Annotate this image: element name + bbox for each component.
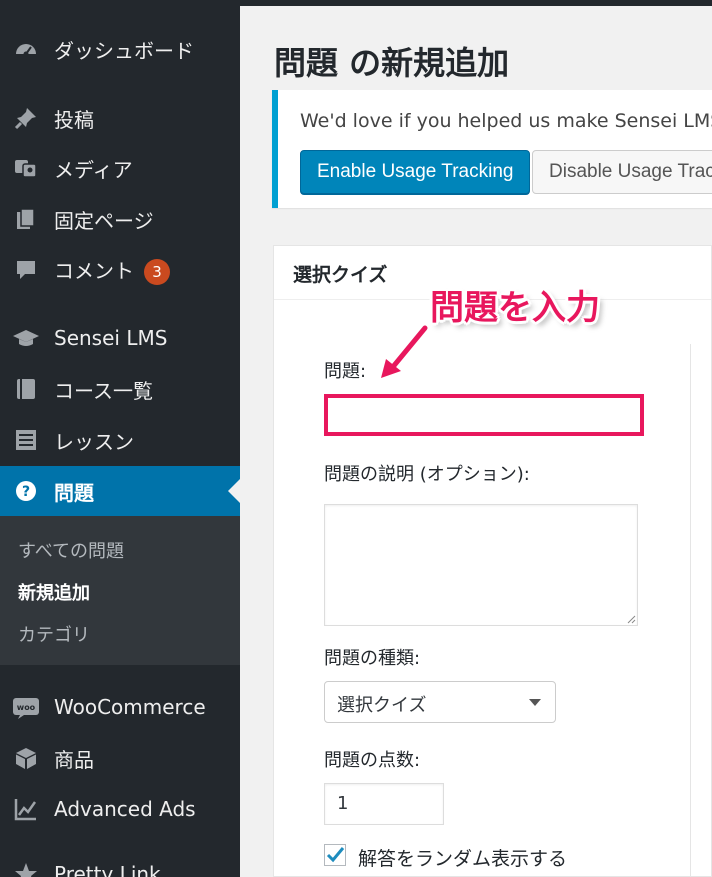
- annotation-arrow-icon: [378, 323, 430, 382]
- sidebar-item-advanced-ads[interactable]: Advanced Ads: [0, 784, 240, 834]
- comment-count-badge: 3: [144, 259, 170, 286]
- checkmark-icon: [326, 847, 345, 863]
- page-title: 問題 の新規追加: [274, 44, 510, 82]
- questions-submenu: すべての問題 新規追加 カテゴリ: [0, 516, 240, 665]
- sidebar-item-sensei-lms[interactable]: Sensei LMS: [0, 313, 240, 363]
- admin-sidebar: ダッシュボード 投稿 メディア 固定ページ コメント3 Sensei LMS: [0, 6, 240, 877]
- sidebar-item-label: 投稿: [54, 107, 94, 132]
- list-icon: [12, 426, 40, 454]
- metabox-title: 選択クイズ: [293, 264, 388, 286]
- svg-text:woo: woo: [17, 703, 36, 712]
- sidebar-item-label: 固定ページ: [54, 208, 154, 233]
- random-order-label: 解答をランダム表示する: [358, 848, 568, 870]
- sidebar-item-label: WooCommerce: [54, 695, 206, 719]
- sidebar-item-questions[interactable]: ? 問題: [0, 466, 240, 516]
- sidebar-item-label: 問題: [54, 480, 94, 505]
- sidebar-item-dashboard[interactable]: ダッシュボード: [0, 24, 240, 74]
- usage-tracking-notice: We'd love if you helped us make Sensei L…: [272, 90, 712, 208]
- question-description-label: 問題の説明 (オプション):: [324, 464, 530, 485]
- sidebar-item-products[interactable]: 商品: [0, 733, 240, 783]
- enable-usage-tracking-button[interactable]: Enable Usage Tracking: [300, 150, 531, 194]
- sidebar-item-courses[interactable]: コース一覧: [0, 364, 240, 414]
- sidebar-item-label: コース一覧: [54, 378, 153, 403]
- sidebar-item-label: Pretty Link: [54, 862, 161, 877]
- annotation-callout: 問題を入力: [430, 288, 600, 328]
- chevron-down-icon: [529, 699, 541, 706]
- submenu-item-all-questions[interactable]: すべての問題: [18, 537, 124, 563]
- comment-icon: [12, 256, 40, 284]
- sidebar-item-pretty-link[interactable]: Pretty Link: [0, 849, 240, 877]
- media-icon: [12, 154, 40, 182]
- sidebar-item-lessons[interactable]: レッスン: [0, 415, 240, 465]
- box-icon: [12, 744, 40, 772]
- sidebar-item-label: レッスン: [54, 429, 134, 454]
- resize-grip-icon[interactable]: [626, 614, 636, 624]
- pin-icon: [12, 104, 40, 132]
- sidebar-item-label: Sensei LMS: [54, 326, 168, 350]
- question-description-textarea[interactable]: [324, 504, 638, 626]
- sidebar-item-media[interactable]: メディア: [0, 143, 240, 193]
- sidebar-item-label: Advanced Ads: [54, 797, 196, 821]
- sidebar-item-posts[interactable]: 投稿: [0, 93, 240, 143]
- question-points-value: 1: [337, 793, 349, 814]
- chart-icon: [12, 795, 40, 823]
- star-icon: [12, 860, 40, 877]
- question-label: 問題:: [324, 361, 367, 382]
- question-icon: ?: [12, 477, 40, 505]
- svg-text:?: ?: [22, 484, 30, 500]
- question-input[interactable]: [324, 394, 644, 436]
- sidebar-item-label: 商品: [54, 747, 94, 772]
- book-icon: [12, 375, 40, 403]
- question-type-value: 選択クイズ: [337, 695, 427, 716]
- question-points-label: 問題の点数:: [324, 750, 421, 771]
- sidebar-item-label: メディア: [54, 157, 133, 182]
- submenu-item-add-new[interactable]: 新規追加: [18, 579, 90, 605]
- question-type-label: 問題の種類:: [324, 648, 421, 669]
- submenu-item-categories[interactable]: カテゴリ: [18, 621, 90, 647]
- question-points-input[interactable]: 1: [324, 783, 444, 825]
- pages-icon: [12, 205, 40, 233]
- sidebar-item-woocommerce[interactable]: woo WooCommerce: [0, 682, 240, 732]
- sidebar-item-comments[interactable]: コメント 3: [0, 245, 240, 295]
- question-type-select[interactable]: 選択クイズ: [324, 681, 556, 723]
- sidebar-item-label: コメント 3: [54, 255, 170, 286]
- random-order-checkbox[interactable]: [324, 844, 346, 866]
- sidebar-item-pages[interactable]: 固定ページ: [0, 194, 240, 244]
- column-divider: [690, 344, 691, 876]
- graduation-cap-icon: [12, 324, 40, 352]
- disable-usage-tracking-button[interactable]: Disable Usage Tracking: [532, 150, 712, 194]
- sidebar-item-label: ダッシュボード: [54, 38, 194, 63]
- active-indicator: [228, 479, 240, 503]
- notice-text: We'd love if you helped us make Sensei L…: [300, 110, 712, 132]
- woocommerce-icon: woo: [12, 693, 40, 721]
- dashboard-icon: [12, 35, 40, 63]
- question-metabox: 選択クイズ 問題: 問題の説明 (オプション): 問題の種類: 選択クイズ 問題…: [273, 245, 712, 877]
